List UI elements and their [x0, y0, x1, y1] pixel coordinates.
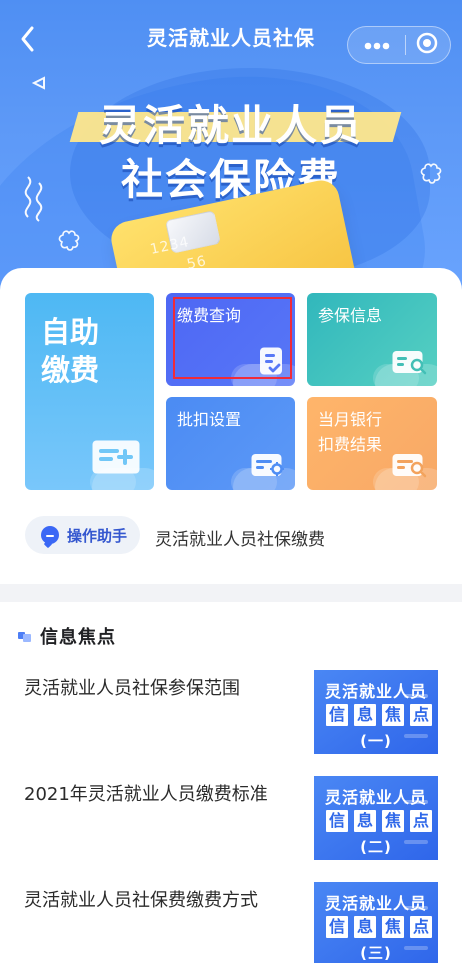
news-title: 灵活就业人员社保费缴费方式: [24, 890, 258, 911]
thumbnail-character: 点: [410, 704, 432, 726]
id-card-search-icon: [391, 349, 429, 381]
thumbnail-character: 焦: [382, 704, 404, 726]
info-focus-title: 信息焦点: [40, 627, 116, 648]
thumbnail-characters: 信 息 焦 点: [326, 916, 432, 938]
withholding-settings-label: 批扣设置: [177, 410, 242, 429]
thumbnail-character: 息: [354, 704, 376, 726]
thumbnail-character: 焦: [382, 810, 404, 832]
target-icon: [415, 31, 439, 59]
info-bullet-icon: [18, 629, 32, 643]
withholding-settings-tile[interactable]: 批扣设置: [166, 397, 295, 490]
news-thumbnail: 灵活就业人员 信 息 焦 点 (一): [314, 670, 438, 754]
main-content-sheet: 自助 缴费 缴费查询 参保信息 批扣设置 当月银行 扣费结果 操作助手 灵活就业…: [0, 268, 462, 963]
mini-program-capsule[interactable]: [347, 26, 451, 64]
payment-query-tile[interactable]: 缴费查询: [166, 293, 295, 386]
operation-assistant-button[interactable]: 操作助手: [25, 516, 140, 554]
thumbnail-title: 灵活就业人员: [324, 894, 427, 913]
thumbnail-tag: (三): [360, 944, 392, 962]
card-search-icon: [391, 452, 429, 484]
assistant-description: 灵活就业人员社保缴费: [155, 530, 325, 550]
thumbnail-character: 点: [410, 810, 432, 832]
back-button[interactable]: [10, 24, 44, 58]
thumbnail-character: 点: [410, 916, 432, 938]
more-dots-icon: [363, 36, 391, 55]
assistant-row: 操作助手 灵活就业人员社保缴费: [25, 516, 437, 556]
thumbnail-characters: 信 息 焦 点: [326, 810, 432, 832]
self-payment-tile[interactable]: 自助 缴费: [25, 293, 154, 490]
chat-bubble-icon: [41, 526, 59, 544]
news-item[interactable]: 灵活就业人员社保费缴费方式 灵活就业人员 信 息 焦 点 (三): [24, 882, 438, 963]
operation-assistant-label: 操作助手: [67, 526, 128, 545]
insured-info-tile[interactable]: 参保信息: [307, 293, 437, 386]
hero-title-line-1: 灵活就业人员: [98, 101, 363, 150]
news-item[interactable]: 灵活就业人员社保参保范围 灵活就业人员 信 息 焦 点 (一): [24, 670, 438, 756]
thumbnail-character: 焦: [382, 916, 404, 938]
thumbnail-character: 信: [326, 916, 348, 938]
app-screen: 灵活就业人员社保 灵活就业人员 社会保险费 1234 56 自助 缴费 缴费查询…: [0, 0, 462, 963]
payment-query-label: 缴费查询: [177, 306, 242, 325]
thumbnail-title: 灵活就业人员: [324, 788, 427, 807]
close-mini-program-button[interactable]: [414, 32, 440, 58]
bank-deduction-result-tile[interactable]: 当月银行 扣费结果: [307, 397, 437, 490]
news-thumbnail: 灵活就业人员 信 息 焦 点 (三): [314, 882, 438, 963]
payment-card-icon: [91, 439, 141, 479]
thumbnail-tag: (二): [360, 838, 392, 856]
news-title: 2021年灵活就业人员缴费标准: [24, 784, 268, 805]
news-title: 灵活就业人员社保参保范围: [24, 678, 240, 699]
thumbnail-title: 灵活就业人员: [324, 682, 427, 701]
thumbnail-characters: 信 息 焦 点: [326, 704, 432, 726]
flower-decoration-icon: [58, 229, 80, 255]
document-check-icon: [258, 346, 286, 382]
thumbnail-character: 信: [326, 810, 348, 832]
hero-title-line-2: 社会保险费: [120, 155, 341, 204]
thumbnail-character: 信: [326, 704, 348, 726]
thumbnail-character: 息: [354, 810, 376, 832]
news-item[interactable]: 2021年灵活就业人员缴费标准 灵活就业人员 信 息 焦 点 (二): [24, 776, 438, 862]
thumbnail-character: 息: [354, 916, 376, 938]
self-payment-label: 自助 缴费: [41, 315, 100, 387]
bank-deduction-result-label: 当月银行 扣费结果: [318, 410, 383, 454]
news-thumbnail: 灵活就业人员 信 息 焦 点 (二): [314, 776, 438, 860]
top-navigation: 灵活就业人员社保: [0, 0, 462, 72]
insured-info-label: 参保信息: [318, 306, 383, 325]
card-settings-icon: [250, 452, 288, 484]
info-focus-header: 信息焦点: [18, 624, 116, 648]
thumbnail-tag: (一): [360, 732, 392, 750]
section-separator: [0, 584, 462, 602]
more-button[interactable]: [358, 33, 396, 57]
service-grid: 自助 缴费 缴费查询 参保信息 批扣设置 当月银行 扣费结果: [25, 293, 437, 491]
chevron-left-icon: [18, 25, 36, 57]
capsule-divider: [404, 35, 406, 55]
